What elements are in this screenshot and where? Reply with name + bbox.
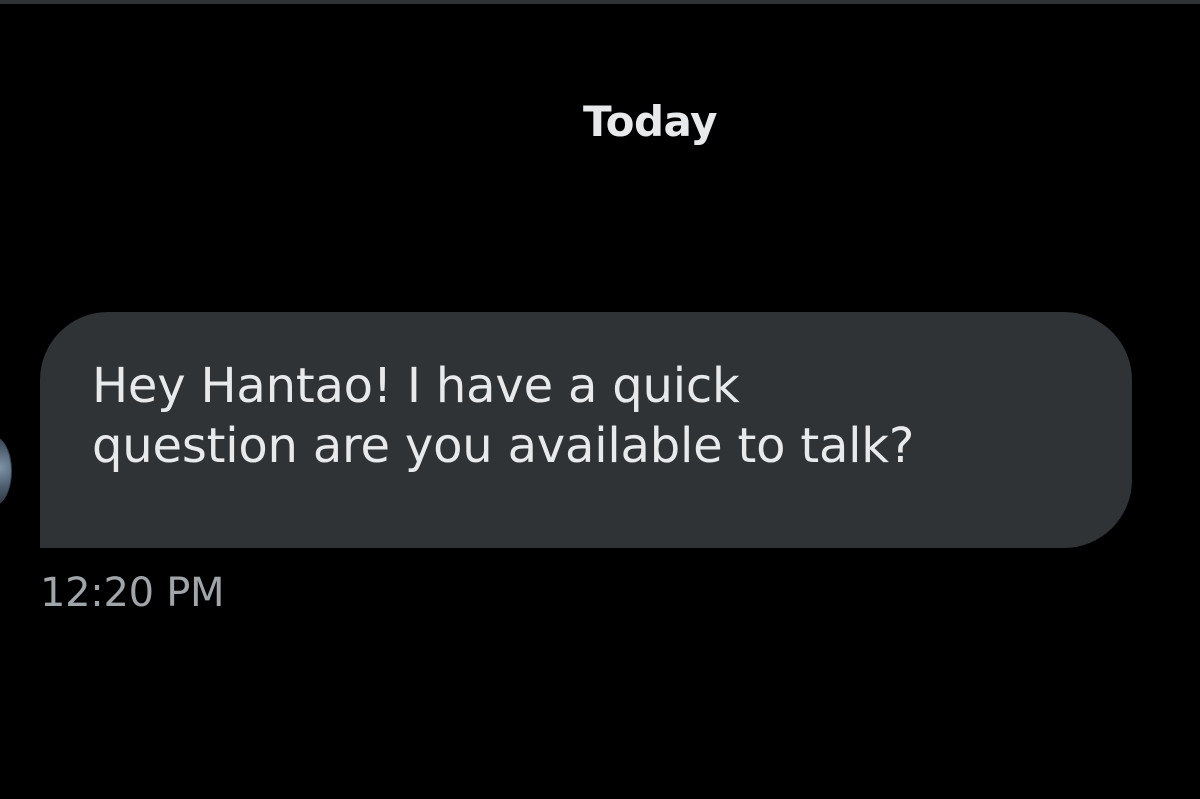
message-text: Hey Hantao! I have a quick question are … xyxy=(92,358,915,474)
top-divider xyxy=(0,0,1200,4)
message-bubble[interactable]: Hey Hantao! I have a quick question are … xyxy=(40,312,1132,548)
date-divider: Today xyxy=(583,97,717,146)
message-timestamp: 12:20 PM xyxy=(40,570,225,616)
sender-avatar[interactable] xyxy=(0,436,12,506)
